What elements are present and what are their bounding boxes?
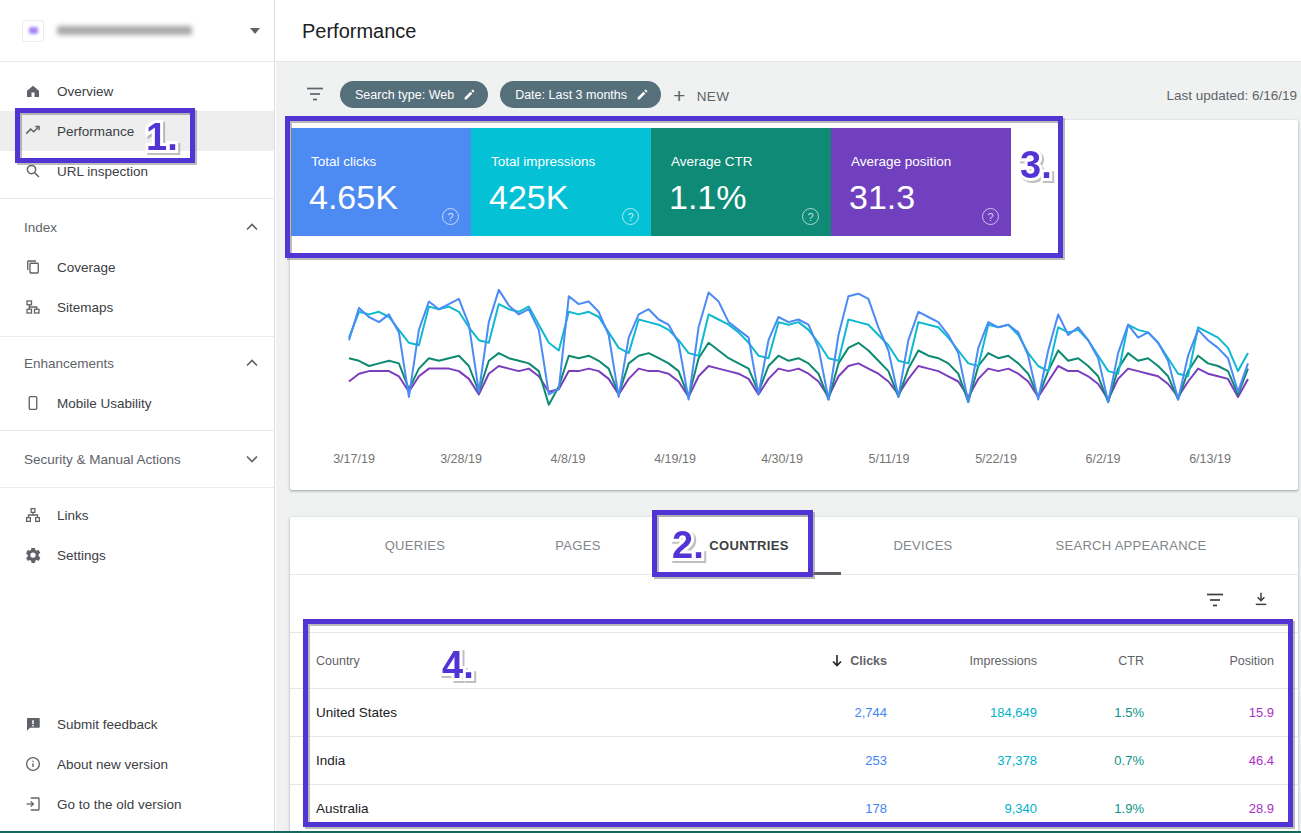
x-axis-label: 4/30/19 — [761, 452, 803, 466]
table-row[interactable]: United States 2,744 184,649 1.5% 15.9 — [290, 688, 1298, 736]
sidebar-item-about-new-version[interactable]: About new version — [0, 744, 274, 784]
arrow-down-icon — [831, 654, 843, 667]
home-icon — [24, 82, 42, 100]
help-icon[interactable]: ? — [802, 208, 819, 225]
feedback-icon — [24, 715, 42, 733]
exit-to-app-icon — [24, 795, 42, 813]
x-axis-label: 4/8/19 — [551, 452, 586, 466]
help-icon[interactable]: ? — [442, 208, 459, 225]
dimension-tabs: QUERIES PAGES COUNTRIES DEVICES SEARCH A… — [290, 517, 1298, 575]
page-header: Performance — [276, 0, 1301, 62]
tab-countries[interactable]: COUNTRIES — [709, 538, 788, 553]
x-axis-label: 6/13/19 — [1189, 452, 1231, 466]
sort-clicks[interactable]: Clicks — [831, 654, 887, 668]
links-icon — [24, 506, 42, 524]
search-icon — [24, 162, 42, 180]
performance-line-chart — [290, 238, 1298, 438]
x-axis-label: 5/11/19 — [869, 452, 910, 466]
sidebar-footer: Submit feedback About new version Go to … — [0, 704, 274, 824]
smartphone-icon — [24, 394, 42, 412]
pages-icon — [24, 258, 42, 276]
average-position-card[interactable]: Average position 31.3 ? — [831, 128, 1011, 236]
sidebar-item-coverage[interactable]: Coverage — [0, 247, 274, 287]
sidebar-item-go-to-old-version[interactable]: Go to the old version — [0, 784, 274, 824]
tab-pages[interactable]: PAGES — [555, 538, 600, 553]
sidebar-item-settings[interactable]: Settings — [0, 535, 274, 575]
sidebar-item-overview[interactable]: Overview — [0, 71, 274, 111]
average-ctr-card[interactable]: Average CTR 1.1% ? — [651, 128, 831, 236]
tab-devices[interactable]: DEVICES — [893, 538, 952, 553]
date-range-chip[interactable]: Date: Last 3 months — [500, 81, 661, 108]
chevron-up-icon — [246, 223, 258, 231]
sitemap-icon — [24, 298, 42, 316]
x-axis-label: 6/2/19 — [1086, 452, 1121, 466]
help-icon[interactable]: ? — [982, 208, 999, 225]
chevron-down-icon — [246, 455, 258, 463]
download-icon[interactable] — [1252, 590, 1270, 609]
sidebar-item-submit-feedback[interactable]: Submit feedback — [0, 704, 274, 744]
site-logo — [22, 20, 44, 42]
search-type-chip[interactable]: Search type: Web — [340, 81, 488, 108]
property-name-blurred — [57, 26, 192, 35]
table-filter-icon[interactable] — [1206, 593, 1224, 607]
section-security-manual-actions[interactable]: Security & Manual Actions — [0, 439, 274, 479]
table-row[interactable]: India 253 37,378 0.7% 46.4 — [290, 736, 1298, 784]
col-position[interactable]: Position — [1230, 654, 1274, 668]
total-clicks-card[interactable]: Total clicks 4.65K ? — [291, 128, 471, 236]
last-updated: Last updated: 6/16/19 — [1166, 88, 1297, 103]
section-index[interactable]: Index — [0, 207, 274, 247]
property-selector[interactable] — [0, 0, 274, 62]
main-content: Performance Search type: Web Date: Last … — [276, 0, 1301, 833]
info-icon — [24, 755, 42, 773]
help-icon[interactable]: ? — [622, 208, 639, 225]
sidebar-item-sitemaps[interactable]: Sitemaps — [0, 287, 274, 327]
performance-chart-panel: Total clicks 4.65K ? Total impressions 4… — [290, 120, 1298, 490]
plus-icon: + — [673, 84, 686, 108]
table-toolbar — [290, 575, 1298, 632]
table-header-row: Country Clicks Impressions CTR Position — [290, 632, 1298, 688]
col-impressions[interactable]: Impressions — [970, 654, 1037, 668]
page-title: Performance — [302, 20, 417, 43]
total-impressions-card[interactable]: Total impressions 425K ? — [471, 128, 651, 236]
edit-icon — [463, 88, 476, 101]
edit-icon — [636, 88, 649, 101]
dimensions-panel: QUERIES PAGES COUNTRIES DEVICES SEARCH A… — [290, 517, 1298, 833]
table-row[interactable]: Australia 178 9,340 1.9% 28.9 — [290, 784, 1298, 832]
sidebar-item-links[interactable]: Links — [0, 495, 274, 535]
sidebar-item-performance[interactable]: Performance — [0, 111, 274, 151]
new-filter-button[interactable]: + NEW — [673, 84, 729, 108]
sidebar-item-mobile-usability[interactable]: Mobile Usability — [0, 383, 274, 423]
sidebar-nav: Overview Performance URL inspection Inde… — [0, 62, 274, 575]
sidebar: Overview Performance URL inspection Inde… — [0, 0, 275, 833]
caret-down-icon — [250, 28, 260, 34]
x-axis-label: 4/19/19 — [654, 452, 696, 466]
chart-x-axis-labels: 3/17/19 3/28/19 4/8/19 4/19/19 4/30/19 5/11/1… — [290, 452, 1298, 468]
x-axis-label: 3/17/19 — [333, 452, 375, 466]
tab-queries[interactable]: QUERIES — [385, 538, 446, 553]
tab-search-appearance[interactable]: SEARCH APPEARANCE — [1055, 538, 1206, 553]
chevron-up-icon — [246, 359, 258, 367]
countries-table: Country Clicks Impressions CTR Position … — [290, 632, 1298, 832]
trending-up-icon — [24, 122, 42, 140]
sidebar-item-url-inspection[interactable]: URL inspection — [0, 151, 274, 191]
search-console-app: Overview Performance URL inspection Inde… — [0, 0, 1301, 833]
filter-icon[interactable] — [306, 87, 324, 101]
x-axis-label: 5/22/19 — [975, 452, 1017, 466]
x-axis-label: 3/28/19 — [440, 452, 482, 466]
col-ctr[interactable]: CTR — [1118, 654, 1144, 668]
section-enhancements[interactable]: Enhancements — [0, 343, 274, 383]
filter-chips: Search type: Web Date: Last 3 months — [340, 81, 661, 108]
gear-icon — [24, 546, 42, 564]
